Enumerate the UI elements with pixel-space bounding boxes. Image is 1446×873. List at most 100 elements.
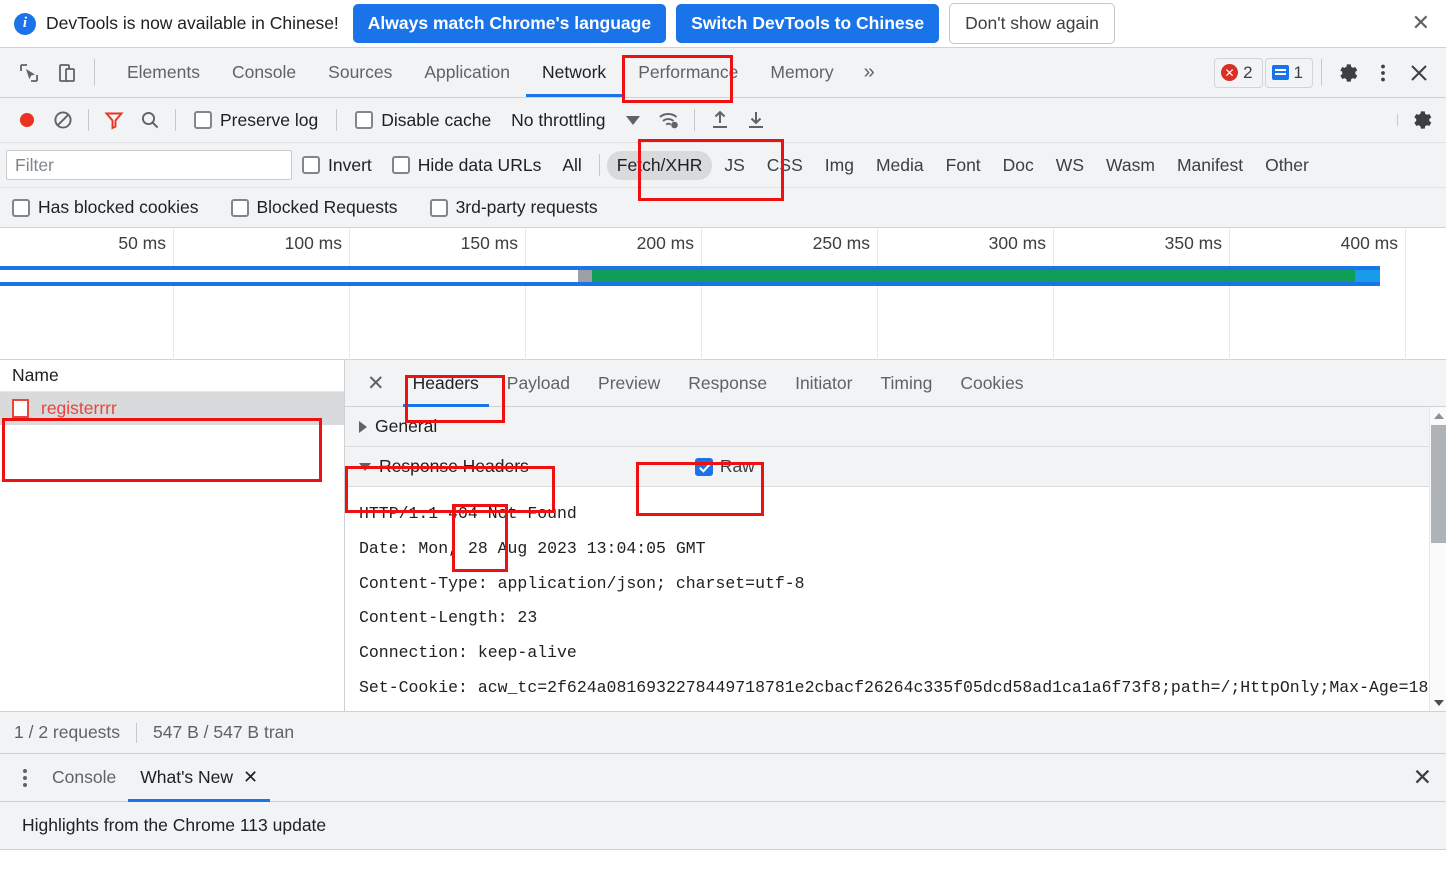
- general-section-header[interactable]: General: [345, 407, 1446, 447]
- throttling-select[interactable]: No throttling: [503, 110, 613, 131]
- drawer-more-icon[interactable]: [10, 768, 40, 787]
- timeline-tick-250ms: 250 ms: [812, 233, 870, 253]
- filter-type-fetch-xhr[interactable]: Fetch/XHR: [606, 150, 713, 180]
- error-icon: ✕: [1221, 64, 1239, 81]
- filter-type-manifest[interactable]: Manifest: [1167, 151, 1253, 180]
- tab-memory[interactable]: Memory: [754, 48, 849, 97]
- tab-payload[interactable]: Payload: [493, 360, 584, 407]
- network-conditions-icon[interactable]: [652, 103, 686, 137]
- device-toolbar-icon[interactable]: [50, 56, 84, 90]
- more-options-icon[interactable]: [1366, 56, 1400, 90]
- message-icon: [1271, 65, 1289, 80]
- column-header-name[interactable]: Name: [0, 360, 344, 392]
- close-icon[interactable]: ✕: [1408, 12, 1434, 35]
- checkbox-box: [694, 457, 713, 476]
- headers-panel: General Response Headers Raw HTTP/1.1 40…: [345, 407, 1446, 711]
- filter-input[interactable]: [6, 150, 292, 180]
- blocked-requests-checkbox[interactable]: Blocked Requests: [221, 197, 408, 218]
- scrollbar-thumb[interactable]: [1431, 425, 1446, 543]
- table-row[interactable]: registerrrr: [0, 392, 344, 425]
- close-details-icon[interactable]: ✕: [353, 371, 399, 395]
- disable-cache-label: Disable cache: [381, 109, 492, 130]
- divider: [175, 109, 176, 131]
- devtools-window: i DevTools is now available in Chinese! …: [0, 0, 1446, 873]
- drawer-remaining-area: [0, 850, 1446, 872]
- blocked-requests-label: Blocked Requests: [256, 197, 398, 217]
- scrollbar[interactable]: [1429, 407, 1446, 711]
- dont-show-again-button[interactable]: Don't show again: [949, 3, 1115, 44]
- always-match-chrome-language-button[interactable]: Always match Chrome's language: [352, 4, 667, 43]
- drawer-tab-list: Console What's New ✕ ✕: [0, 754, 1446, 802]
- tab-network[interactable]: Network: [526, 48, 623, 97]
- disable-cache-checkbox[interactable]: Disable cache: [345, 110, 501, 131]
- filter-type-css[interactable]: CSS: [757, 151, 813, 180]
- divider: [693, 109, 695, 131]
- switch-devtools-to-chinese-button[interactable]: Switch DevTools to Chinese: [676, 4, 940, 43]
- third-party-requests-label: 3rd-party requests: [455, 197, 598, 217]
- drawer-tab-whats-new[interactable]: What's New ✕: [128, 753, 271, 802]
- tab-sources[interactable]: Sources: [312, 48, 408, 97]
- clear-icon[interactable]: [46, 103, 80, 137]
- tab-console[interactable]: Console: [216, 48, 312, 97]
- search-icon[interactable]: [133, 103, 167, 137]
- network-control-toolbar: Preserve log Disable cache No throttling: [0, 98, 1446, 143]
- tab-response[interactable]: Response: [674, 360, 781, 407]
- checkbox-box: [302, 156, 320, 174]
- chevron-down-icon[interactable]: [616, 103, 650, 137]
- timeline-tick-400ms: 400 ms: [1340, 233, 1398, 253]
- timeline-tick-350ms: 350 ms: [1164, 233, 1222, 253]
- close-icon[interactable]: ✕: [243, 767, 258, 788]
- gear-icon[interactable]: [1330, 56, 1364, 90]
- tab-timing[interactable]: Timing: [866, 360, 946, 407]
- message-count-badge[interactable]: 1: [1264, 57, 1313, 88]
- tabbar-left-icons: [0, 48, 111, 97]
- network-settings-gear-icon[interactable]: [1404, 103, 1438, 137]
- close-drawer-icon[interactable]: ✕: [1399, 765, 1446, 791]
- tab-performance[interactable]: Performance: [622, 48, 754, 97]
- divider: [1397, 114, 1398, 126]
- checkbox-box: [12, 198, 30, 217]
- filter-type-wasm[interactable]: Wasm: [1096, 151, 1165, 180]
- infobar-message: DevTools is now available in Chinese!: [46, 13, 339, 33]
- filter-type-js[interactable]: JS: [714, 151, 754, 180]
- has-blocked-cookies-checkbox[interactable]: Has blocked cookies: [12, 197, 209, 218]
- tab-initiator[interactable]: Initiator: [781, 360, 866, 407]
- tab-elements[interactable]: Elements: [111, 48, 216, 97]
- filter-icon[interactable]: [97, 103, 131, 137]
- tab-headers[interactable]: Headers: [399, 360, 493, 407]
- filter-type-all[interactable]: All: [552, 151, 591, 180]
- scroll-up-icon[interactable]: [1430, 407, 1446, 424]
- filter-type-font[interactable]: Font: [936, 151, 991, 180]
- filter-type-other[interactable]: Other: [1255, 151, 1319, 180]
- invert-checkbox[interactable]: Invert: [292, 155, 382, 176]
- import-har-icon[interactable]: [703, 103, 737, 137]
- error-count-badge[interactable]: ✕ 2: [1214, 57, 1263, 88]
- request-name: registerrrr: [41, 398, 117, 418]
- raw-toggle[interactable]: Raw: [694, 456, 755, 477]
- drawer-content: Highlights from the Chrome 113 update: [0, 802, 1446, 850]
- response-headers-section-header[interactable]: Response Headers Raw: [345, 447, 1446, 487]
- filter-type-img[interactable]: Img: [815, 151, 864, 180]
- more-tabs-icon[interactable]: »: [850, 48, 889, 97]
- drawer-tab-console[interactable]: Console: [40, 753, 128, 802]
- preserve-log-checkbox[interactable]: Preserve log: [184, 110, 328, 131]
- network-overview-timeline[interactable]: 50 ms 100 ms 150 ms 200 ms 250 ms 300 ms…: [0, 228, 1446, 360]
- hide-data-urls-checkbox[interactable]: Hide data URLs: [382, 155, 552, 176]
- export-har-icon[interactable]: [739, 103, 773, 137]
- close-devtools-icon[interactable]: [1402, 56, 1436, 90]
- invert-label: Invert: [328, 154, 372, 175]
- inspect-element-icon[interactable]: [12, 56, 46, 90]
- scroll-down-icon[interactable]: [1430, 694, 1446, 711]
- tab-preview[interactable]: Preview: [584, 360, 674, 407]
- info-icon: i: [14, 12, 36, 35]
- tab-application[interactable]: Application: [408, 48, 526, 97]
- tab-cookies[interactable]: Cookies: [946, 360, 1037, 407]
- third-party-requests-checkbox[interactable]: 3rd-party requests: [420, 197, 608, 218]
- filter-type-ws[interactable]: WS: [1046, 151, 1094, 180]
- divider: [598, 154, 600, 176]
- message-count-value: 1: [1293, 62, 1303, 82]
- record-button[interactable]: [10, 103, 44, 137]
- filter-type-media[interactable]: Media: [866, 151, 934, 180]
- network-panes: Name registerrrr ✕ Headers Payload Previ…: [0, 360, 1446, 712]
- filter-type-doc[interactable]: Doc: [993, 151, 1044, 180]
